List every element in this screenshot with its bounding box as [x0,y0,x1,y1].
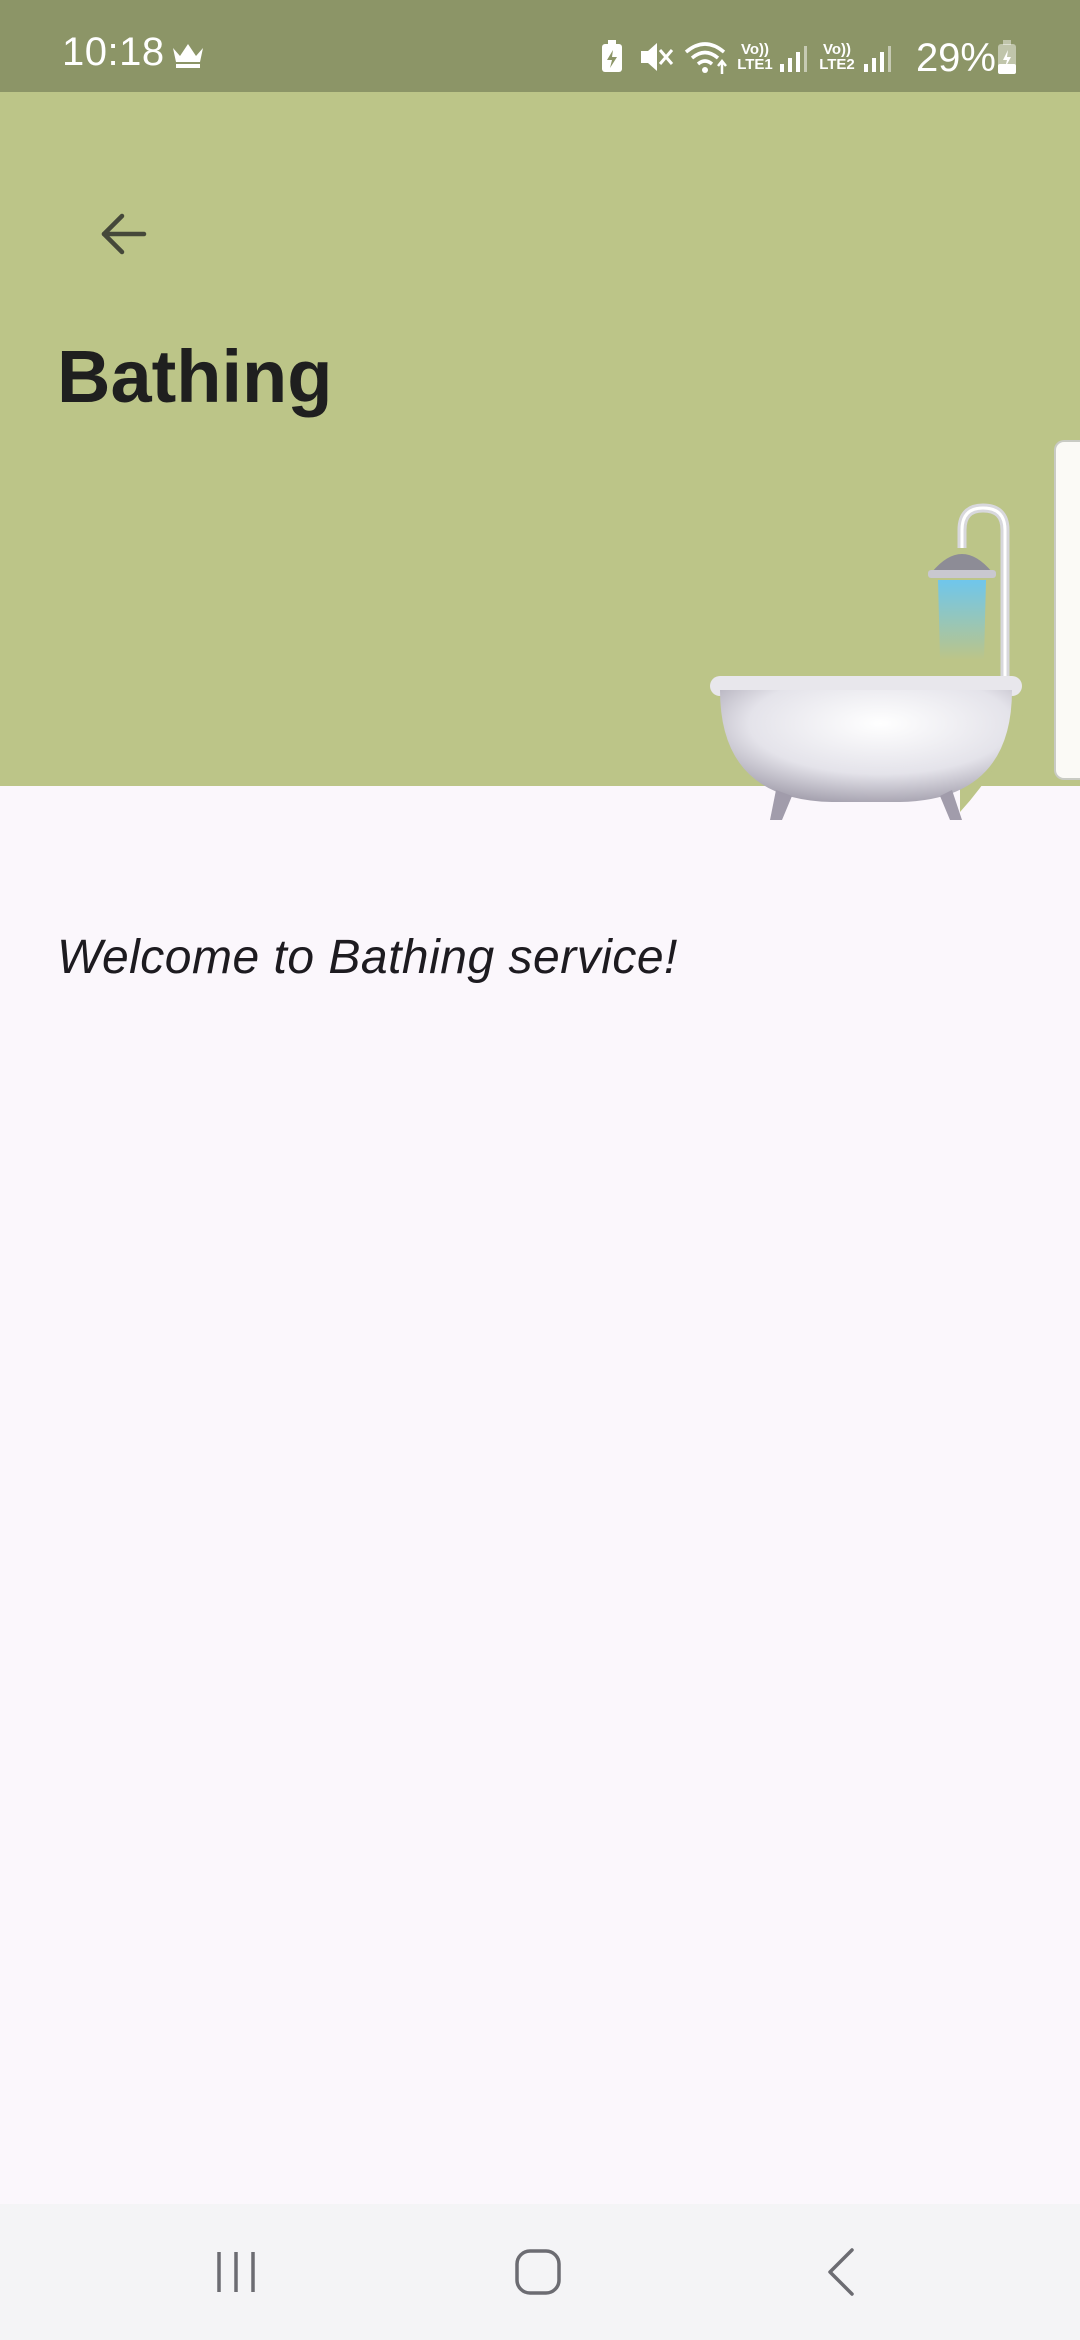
battery-percent: 29% [915,36,996,80]
home-button[interactable] [458,2204,618,2340]
back-icon [828,2248,854,2296]
sim2-volte-label: Vo)) [822,41,852,58]
wifi-icon [684,42,727,74]
arrow-left-icon [101,213,147,255]
home-icon [515,2249,561,2295]
signal-icon [864,46,891,72]
sim1-volte-label: Vo)) [740,41,770,58]
back-button[interactable] [80,190,168,278]
sim1-label: Vo)) LTE1 [736,42,774,72]
recent-apps-button[interactable] [156,2204,316,2340]
page-title: Bathing [57,335,333,418]
sim1-lte-label: LTE1 [737,56,773,73]
signal-icon [780,46,807,72]
sim2-lte-label: LTE2 [819,56,855,73]
system-back-button[interactable] [762,2204,922,2340]
battery-icon [998,40,1016,74]
sim2-label: Vo)) LTE2 [818,42,856,72]
mute-icon [641,43,674,71]
battery-saver-icon [602,40,622,72]
status-bar: 10:18 Vo)) LTE1 Vo)) LTE2 29% [0,0,1080,92]
status-icons: Vo)) LTE1 Vo)) LTE2 29% [0,0,1080,92]
screen: 10:18 Vo)) LTE1 Vo)) LTE2 29% Bathing We… [0,0,1080,2340]
navigation-bar [0,2204,1080,2340]
welcome-message: Welcome to Bathing service! [57,931,678,984]
recent-apps-icon [217,2252,255,2292]
side-panel-handle[interactable] [1054,440,1080,780]
bathtub-icon [710,503,1022,820]
